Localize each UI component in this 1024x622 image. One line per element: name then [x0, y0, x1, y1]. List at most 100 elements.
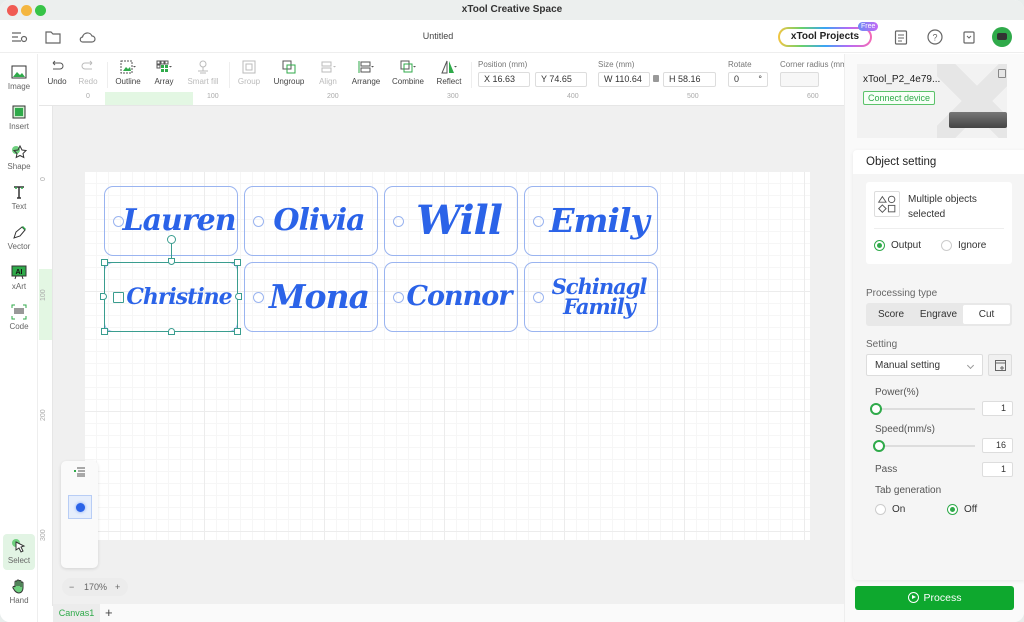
redo-button[interactable]: Redo [76, 58, 100, 90]
resize-handle-ne[interactable] [234, 259, 241, 266]
design-canvas[interactable]: Lauren Olivia Will Emily Christine Mona … [85, 172, 810, 540]
zoom-in-button[interactable]: + [115, 582, 120, 592]
connect-device-button[interactable]: Connect device [863, 91, 936, 105]
speed-slider-thumb[interactable] [873, 440, 885, 452]
width-input[interactable]: W 110.64 [598, 72, 650, 87]
resize-handle-nw[interactable] [101, 259, 108, 266]
align-button[interactable]: Align [315, 58, 341, 90]
zoom-out-button[interactable]: − [69, 582, 74, 592]
reflect-button[interactable]: Reflect [435, 58, 463, 90]
speed-input[interactable]: 16 [982, 438, 1013, 453]
tool-vector[interactable]: Vector [3, 220, 35, 256]
tool-text[interactable]: Text [3, 180, 35, 216]
resize-handle-s[interactable] [168, 328, 175, 335]
outline-button[interactable]: Outline [113, 58, 143, 90]
laser-machine-image [949, 112, 1007, 128]
resize-handle-e[interactable] [235, 293, 242, 300]
tool-code[interactable]: Code [3, 300, 35, 336]
ungroup-label: Ungroup [273, 77, 305, 86]
ruler-tick-label: 200 [327, 93, 339, 100]
group-button[interactable]: Group [235, 58, 263, 90]
undo-button[interactable]: Undo [45, 58, 69, 90]
array-button[interactable]: Array [151, 58, 177, 90]
clipboard-icon[interactable] [892, 28, 910, 46]
canvas-tab[interactable]: Canvas1 [53, 604, 100, 622]
pass-input[interactable]: 1 [982, 462, 1013, 477]
ignore-radio[interactable] [941, 240, 952, 251]
group-label: Group [237, 77, 261, 86]
divider [874, 228, 1004, 229]
array-icon [156, 60, 172, 72]
processing-type-engrave[interactable]: Engrave [914, 305, 963, 324]
name-tag[interactable]: Will [384, 186, 518, 256]
user-avatar[interactable] [992, 27, 1012, 47]
svg-text:?: ? [932, 33, 937, 43]
left-toolbar: Image Insert Shape Text Vector AI xArt C… [0, 54, 38, 622]
name-tag[interactable]: Olivia [244, 186, 378, 256]
app-window: xTool Creative Space Untitled xTool Proj… [0, 0, 1024, 622]
position-y-input[interactable]: Y 74.65 [535, 72, 587, 87]
combine-label: Combine [391, 77, 424, 86]
app-title: xTool Creative Space [461, 4, 563, 15]
layer-color-item[interactable] [68, 495, 92, 519]
keyring-hole [533, 292, 544, 303]
power-slider-thumb[interactable] [870, 403, 882, 415]
corner-radius-input[interactable] [780, 72, 819, 87]
header-bar: Untitled xTool Projects Free ? [0, 20, 1024, 53]
add-canvas-button[interactable]: + [105, 605, 113, 620]
ungroup-button[interactable]: Ungroup [272, 58, 306, 90]
tool-shape[interactable]: Shape [3, 140, 35, 176]
name-tag[interactable]: Mona [244, 262, 378, 332]
rotate-label: Rotate [728, 60, 752, 69]
processing-type-cut[interactable]: Cut [963, 305, 1010, 324]
xtool-projects-button[interactable]: xTool Projects [778, 27, 872, 47]
resize-handle-se[interactable] [234, 328, 241, 335]
tab-off-label: Off [964, 504, 978, 515]
resize-handle-sw[interactable] [101, 328, 108, 335]
shop-bag-icon[interactable] [960, 28, 978, 46]
resize-handle-n[interactable] [168, 258, 175, 265]
rotate-input[interactable]: 0 ° [728, 72, 768, 87]
setting-value: Manual setting [875, 360, 941, 371]
output-label: Output [891, 240, 922, 251]
lock-ratio-icon[interactable] [653, 75, 659, 82]
tool-image[interactable]: Image [3, 60, 35, 96]
speed-slider[interactable] [873, 440, 975, 452]
ignore-label: Ignore [958, 240, 987, 251]
process-button[interactable]: Process [855, 586, 1014, 610]
combine-button[interactable]: Combine [391, 58, 425, 90]
layers-mini-panel [61, 461, 98, 568]
tab-off-radio[interactable] [947, 504, 958, 515]
tool-xart[interactable]: AI xArt [3, 260, 35, 296]
vertical-ruler: 0 100 200 300 [39, 106, 53, 606]
height-input[interactable]: H 58.16 [663, 72, 716, 87]
resize-handle-w[interactable] [100, 293, 107, 300]
position-x-input[interactable]: X 16.63 [478, 72, 530, 87]
device-menu-icon[interactable] [998, 69, 1006, 78]
setting-dropdown[interactable]: Manual setting [866, 354, 983, 376]
tool-insert[interactable]: Insert [3, 100, 35, 136]
power-input[interactable]: 1 [982, 401, 1013, 416]
layers-list-icon[interactable] [74, 467, 85, 477]
tool-hand[interactable]: Hand [3, 574, 35, 610]
processing-type-score[interactable]: Score [868, 305, 914, 324]
selection-box[interactable] [104, 262, 238, 332]
output-radio[interactable] [874, 240, 885, 251]
material-preset-button[interactable] [988, 354, 1012, 376]
name-tag[interactable]: Connor [384, 262, 518, 332]
name-tag[interactable]: Emily [524, 186, 658, 256]
device-card: xTool_P2_4e79... Connect device [857, 64, 1007, 138]
toolbar-divider [107, 62, 108, 88]
text-icon [14, 186, 24, 199]
tab-on-radio[interactable] [875, 504, 886, 515]
power-slider[interactable] [870, 403, 975, 415]
workspace[interactable]: Lauren Olivia Will Emily Christine Mona … [53, 106, 844, 604]
name-tag[interactable]: Schinagl Family [524, 262, 658, 332]
play-icon [907, 592, 919, 603]
rotate-handle[interactable] [167, 235, 176, 244]
ruler-tick-label: 300 [40, 529, 47, 541]
smart-fill-button[interactable]: Smart fill [185, 58, 221, 90]
help-icon[interactable]: ? [926, 28, 944, 46]
arrange-button[interactable]: Arrange [349, 58, 383, 90]
tool-select[interactable]: Select [3, 534, 35, 570]
